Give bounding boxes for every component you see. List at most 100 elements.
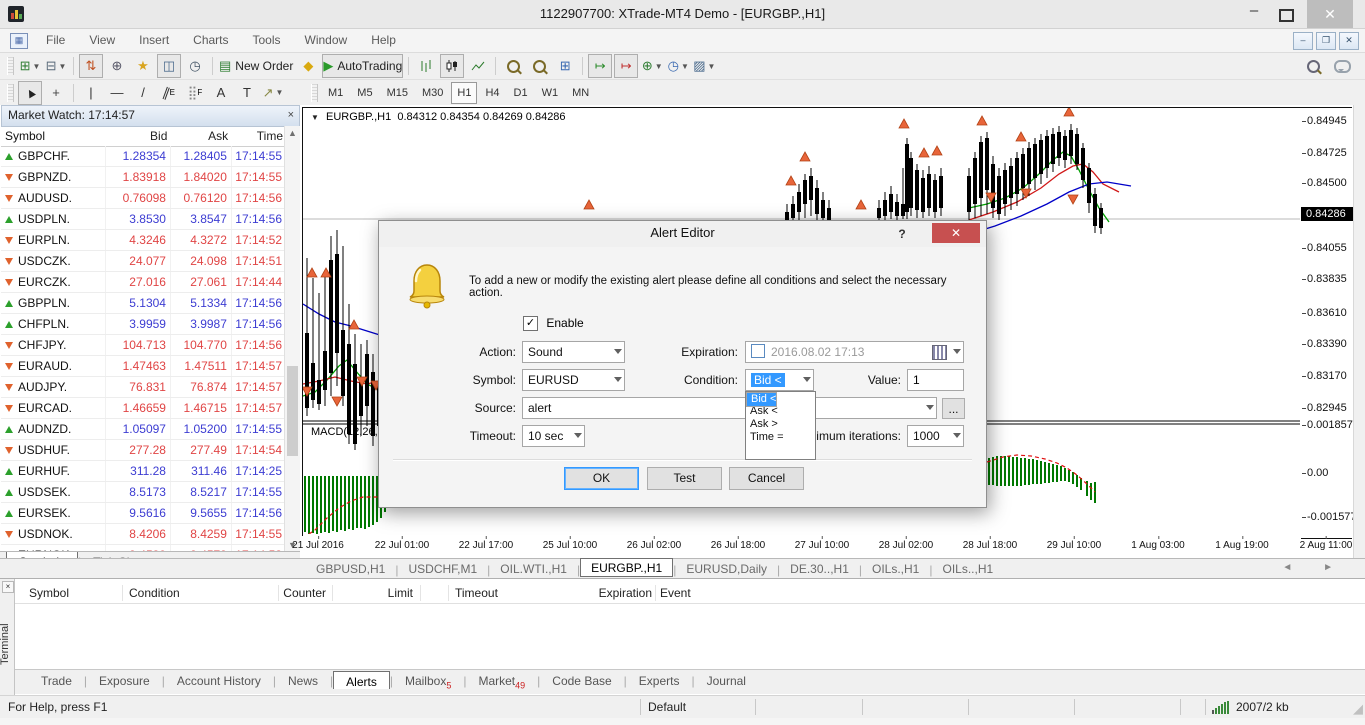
chart-tab-de-30-h1[interactable]: DE.30..,H1 — [780, 561, 859, 577]
dropdown-option[interactable]: Bid < — [746, 392, 777, 407]
market-watch-close-icon[interactable]: × — [288, 106, 294, 124]
text-tool[interactable]: A — [209, 81, 233, 105]
time-axis[interactable]: 21 Jul 201622 Jul 01:0022 Jul 17:0025 Ju… — [302, 536, 1301, 556]
timeframe-m5[interactable]: M5 — [351, 82, 378, 104]
timeframe-h1[interactable]: H1 — [451, 82, 477, 104]
market-watch-row[interactable]: AUDUSD.0.760980.7612017:14:56 — [1, 188, 285, 209]
market-watch-row[interactable]: GBPPLN.5.13045.133417:14:56 — [1, 293, 285, 314]
autotrading-button[interactable]: ▶AutoTrading — [322, 54, 403, 78]
test-button[interactable]: Test — [647, 467, 722, 490]
chart-shift-toggle[interactable]: ↦ — [614, 54, 638, 78]
market-watch-row[interactable]: USDNOK.8.42068.425917:14:55 — [1, 524, 285, 545]
crosshair-tool[interactable]: + — [44, 81, 68, 105]
terminal-tab-alerts[interactable]: Alerts — [333, 671, 390, 689]
chart-tab-eurgbp-h1[interactable]: EURGBP.,H1 — [580, 558, 673, 577]
channel-tool[interactable]: ∥E — [157, 81, 181, 105]
market-watch-row[interactable]: USDCZK.24.07724.09817:14:51 — [1, 251, 285, 272]
terminal-tab-experts[interactable]: Experts — [627, 670, 692, 688]
market-watch-row[interactable]: GBPNZD.1.839181.8402017:14:55 — [1, 167, 285, 188]
terminal-tab-journal[interactable]: Journal — [695, 670, 758, 688]
expiration-checkbox[interactable] — [751, 344, 765, 358]
terminal-column-limit[interactable]: Limit — [388, 583, 413, 603]
chart-tab-oil-wti-h1[interactable]: OIL.WTI.,H1 — [490, 561, 577, 577]
timeout-select[interactable]: 10 sec — [522, 425, 585, 447]
child-restore-button[interactable]: ❐ — [1316, 32, 1336, 50]
timeframe-d1[interactable]: D1 — [508, 82, 534, 104]
candlestick-chart-button[interactable] — [440, 54, 464, 78]
market-watch-row[interactable]: USDPLN.3.85303.854717:14:56 — [1, 209, 285, 230]
toolbar-grip[interactable] — [7, 84, 14, 102]
chevron-down-icon[interactable]: ▼ — [275, 88, 283, 97]
cancel-button[interactable]: Cancel — [729, 467, 804, 490]
vertical-line-tool[interactable]: | — [79, 81, 103, 105]
market-watch-row[interactable]: CHFJPY.104.713104.77017:14:56 — [1, 335, 285, 356]
chevron-down-icon[interactable]: ▼ — [681, 62, 689, 71]
terminal-column-expiration[interactable]: Expiration — [599, 583, 652, 603]
terminal-tab-mailbox[interactable]: Mailbox5 — [393, 670, 463, 690]
auto-scroll-toggle[interactable]: ↦ — [588, 54, 612, 78]
dialog-title-bar[interactable]: Alert Editor ? ✕ — [379, 221, 986, 247]
scrollbar-thumb[interactable] — [287, 366, 298, 456]
chat-icon[interactable] — [1334, 60, 1351, 73]
terminal-tab-news[interactable]: News — [276, 670, 330, 688]
new-chart-button[interactable]: ⊞▼ — [18, 54, 42, 78]
title-bar[interactable]: 1122907700: XTrade-MT4 Demo - [EURGBP.,H… — [0, 0, 1365, 29]
timeframe-mn[interactable]: MN — [566, 82, 595, 104]
bar-chart-button[interactable] — [414, 54, 438, 78]
timeframe-h4[interactable]: H4 — [479, 82, 505, 104]
dropdown-option[interactable]: Ask > — [746, 418, 815, 431]
browse-button[interactable]: ... — [942, 398, 965, 419]
zoom-in-button[interactable] — [501, 54, 525, 78]
terminal-column-symbol[interactable]: Symbol — [29, 583, 69, 603]
terminal-tab-trade[interactable]: Trade — [29, 670, 84, 688]
chevron-down-icon[interactable]: ▼ — [311, 113, 319, 122]
menu-help[interactable]: Help — [359, 29, 408, 52]
timeframe-w1[interactable]: W1 — [536, 82, 565, 104]
chevron-down-icon[interactable]: ▼ — [58, 62, 66, 71]
horizontal-line-tool[interactable]: — — [105, 81, 129, 105]
market-watch-row[interactable]: GBPCHF.1.283541.2840517:14:55 — [1, 146, 285, 167]
column-header-ask[interactable]: Ask — [171, 126, 232, 146]
timeframe-m30[interactable]: M30 — [416, 82, 449, 104]
close-button[interactable]: ✕ — [1307, 0, 1353, 28]
templates-button[interactable]: ▨▼ — [692, 54, 716, 78]
column-header-symbol[interactable]: Symbol — [1, 126, 107, 146]
navigator-button[interactable]: ★ — [131, 54, 155, 78]
chart-tab-oils-h1[interactable]: OILs..,H1 — [932, 561, 1003, 577]
market-watch-row[interactable]: EURCZK.27.01627.06117:14:44 — [1, 272, 285, 293]
periods-button[interactable]: ◷▼ — [666, 54, 690, 78]
search-icon[interactable] — [1307, 60, 1320, 73]
market-watch-row[interactable]: EURHUF.311.28311.4617:14:25 — [1, 461, 285, 482]
ok-button[interactable]: OK — [564, 467, 639, 490]
source-combo[interactable]: alert — [522, 397, 937, 419]
menu-view[interactable]: View — [77, 29, 127, 52]
symbol-select[interactable]: EURUSD — [522, 369, 625, 391]
tile-windows-button[interactable]: ⊞ — [553, 54, 577, 78]
market-watch-row[interactable]: CHFPLN.3.99593.998717:14:56 — [1, 314, 285, 335]
timeframe-m1[interactable]: M1 — [322, 82, 349, 104]
minimize-button[interactable]: – — [1239, 0, 1269, 28]
maximize-button[interactable] — [1271, 0, 1301, 28]
timeframe-m15[interactable]: M15 — [381, 82, 414, 104]
strategy-tester-button[interactable]: ◷ — [183, 54, 207, 78]
market-watch-row[interactable]: EURSEK.9.56169.565517:14:56 — [1, 503, 285, 524]
market-watch-row[interactable]: AUDJPY.76.83176.87417:14:57 — [1, 377, 285, 398]
menu-window[interactable]: Window — [293, 29, 360, 52]
indicators-button[interactable]: ⊕▼ — [640, 54, 664, 78]
fibonacci-tool[interactable]: ⣿F — [183, 81, 207, 105]
chart-tab-eurusd-daily[interactable]: EURUSD,Daily — [676, 561, 777, 577]
chevron-down-icon[interactable]: ▼ — [708, 62, 716, 71]
market-watch-row[interactable]: AUDNZD.1.050971.0520017:14:55 — [1, 419, 285, 440]
scroll-up-icon[interactable]: ▲ — [285, 128, 300, 138]
value-input[interactable]: 1 — [907, 369, 964, 391]
calendar-icon[interactable] — [932, 345, 947, 360]
market-watch-row[interactable]: EURCAD.1.466591.4671517:14:57 — [1, 398, 285, 419]
terminal-close-icon[interactable]: × — [2, 581, 14, 593]
expiration-field[interactable]: 2016.08.02 17:13 — [745, 341, 964, 363]
dialog-help-button[interactable]: ? — [892, 223, 912, 245]
market-watch-row[interactable]: USDSEK.8.51738.521717:14:55 — [1, 482, 285, 503]
iterations-select[interactable]: 1000 — [907, 425, 964, 447]
menu-charts[interactable]: Charts — [181, 29, 240, 52]
terminal-toggle[interactable]: ◫ — [157, 54, 181, 78]
terminal-tab-account-history[interactable]: Account History — [165, 670, 273, 688]
